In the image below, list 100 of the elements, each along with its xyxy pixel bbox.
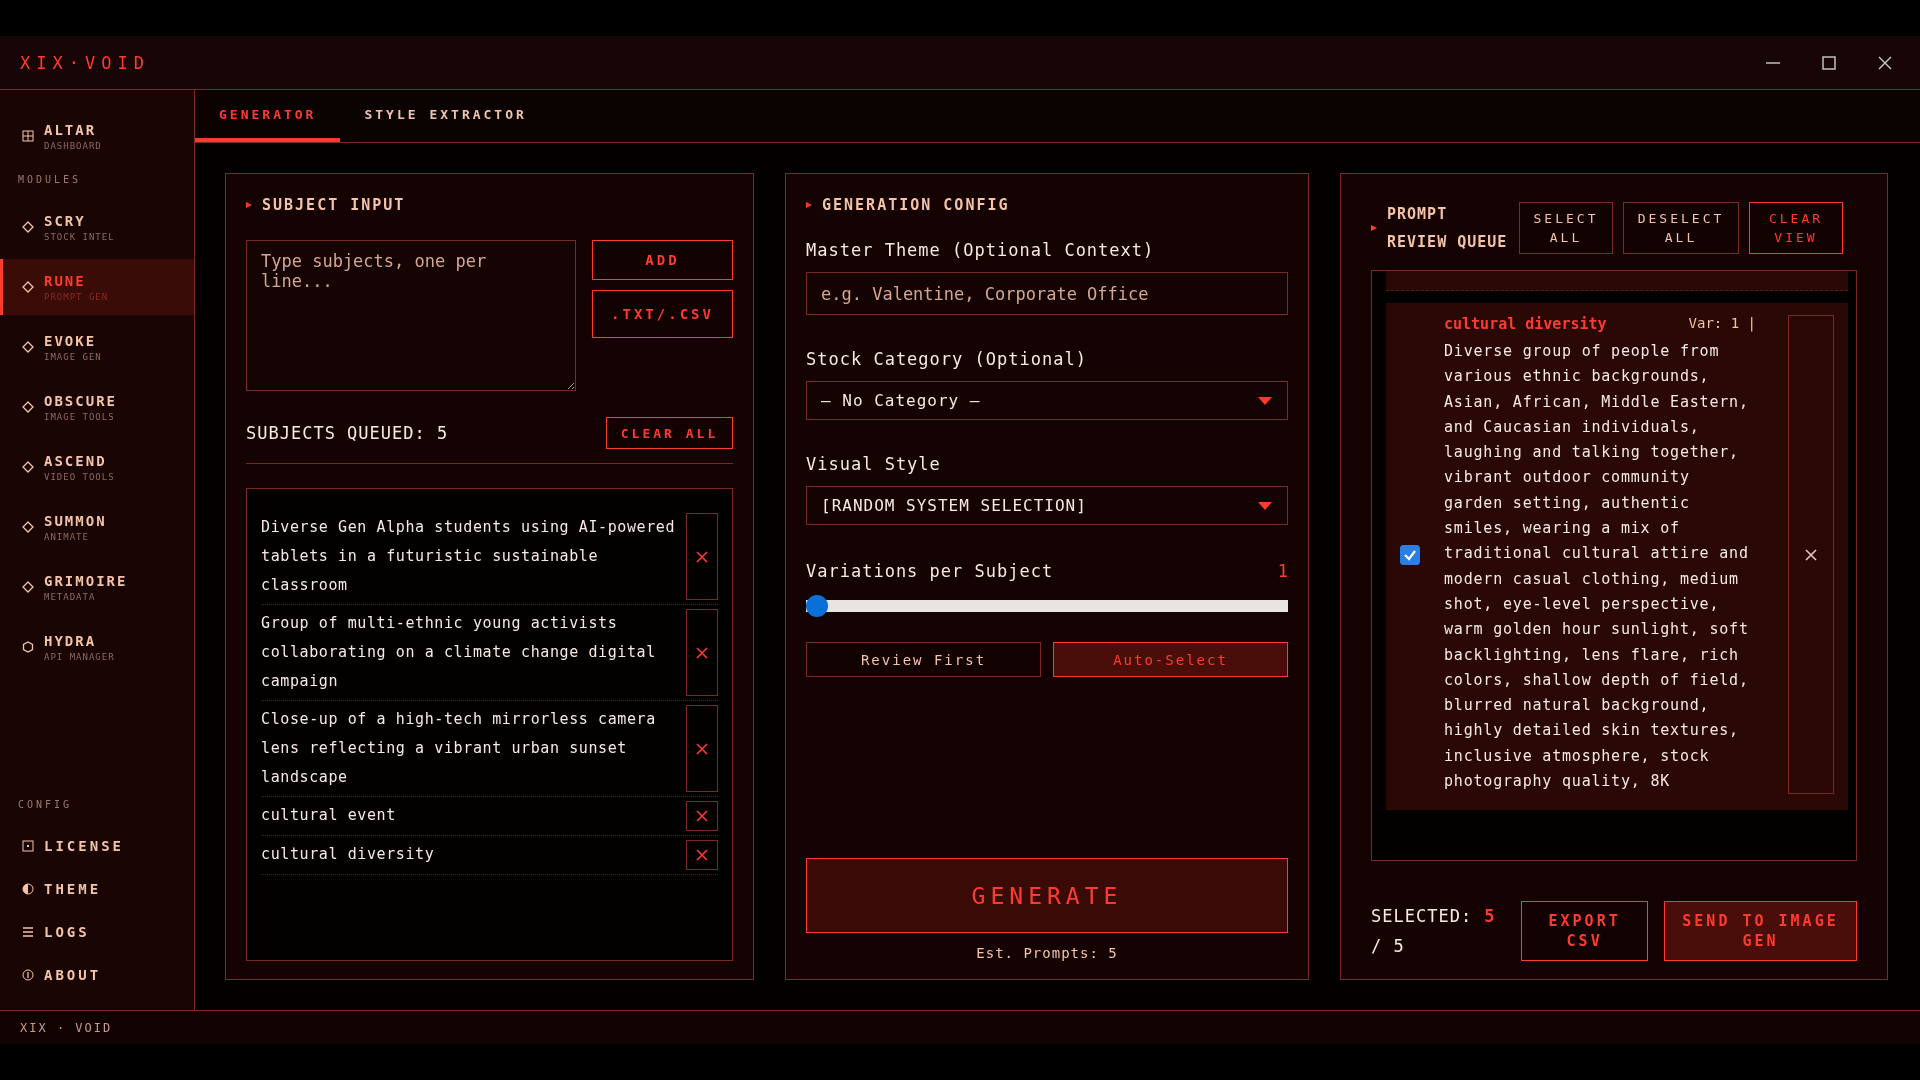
file-import-button[interactable]: .TXT/.CSV — [592, 290, 733, 338]
sidebar-label: ABOUT — [44, 966, 102, 983]
slider-value: 1 — [1277, 561, 1288, 581]
field-label: Master Theme (Optional Context) — [806, 240, 1156, 260]
status-text: XIX · VOID — [20, 1020, 113, 1035]
subject-text: Close-up of a high-tech mirrorless camera lens reflecting a vibrant urban sunset landscape — [261, 709, 657, 788]
sidebar-item[interactable]: EVOKE IMAGE GEN — [0, 319, 194, 375]
sidebar-sublabel: STOCK INTEL — [44, 231, 115, 242]
diamond-icon — [22, 401, 34, 413]
theme-input-field[interactable]: e.g. Valentine, Corporate Office — [806, 272, 1288, 315]
subject-text: cultural event — [261, 805, 396, 826]
sidebar-sublabel: PROMPT GEN — [44, 291, 109, 302]
panel-title: GENERATION CONFIG — [822, 196, 1010, 214]
diamond-icon — [22, 581, 34, 593]
sidebar-label: RUNE — [44, 272, 87, 289]
queue-action-button[interactable]: DESELECT ALL — [1623, 202, 1739, 254]
close-icon — [695, 549, 709, 564]
variation-label: Var: 1 | — [1688, 315, 1756, 333]
sidebar-label: SUMMON — [44, 512, 107, 529]
sidebar-item[interactable]: GRIMOIRE METADATA — [0, 559, 194, 615]
close-icon — [695, 741, 709, 756]
maximize-icon[interactable] — [1820, 53, 1838, 72]
sidebar-item[interactable]: ABOUT — [0, 953, 194, 996]
sidebar-item[interactable]: ASCEND VIDEO TOOLS — [0, 439, 194, 495]
sidebar-sublabel: IMAGE GEN — [44, 351, 102, 362]
tab[interactable]: STYLE EXTRACTOR — [340, 90, 551, 142]
mode-toggle[interactable]: Auto-Select — [1053, 642, 1288, 677]
subjects-input-field[interactable]: Type subjects, one per line... — [246, 240, 576, 391]
diamond-icon — [22, 461, 34, 473]
subject-text: cultural diversity — [261, 844, 435, 865]
remove-button[interactable] — [686, 840, 718, 870]
sidebar-label: HYDRA — [44, 632, 98, 649]
license-icon — [22, 839, 34, 852]
sidebar-item[interactable]: HYDRA API MANAGER — [0, 619, 194, 675]
caret-icon — [1257, 395, 1273, 406]
list-icon — [22, 925, 34, 938]
section-heading: MODULES — [17, 173, 83, 187]
sidebar-item[interactable]: OBSCURE IMAGE TOOLS — [0, 379, 194, 435]
sidebar-label: ALTAR — [44, 121, 98, 138]
hexagon-icon — [22, 641, 34, 653]
sidebar-sublabel: IMAGE TOOLS — [44, 411, 116, 422]
export-button[interactable]: EXPORT CSV — [1521, 901, 1649, 961]
sidebar-item[interactable]: SCRY STOCK INTEL — [0, 199, 194, 255]
field-label: Visual Style — [806, 454, 942, 474]
sidebar-label: OBSCURE — [44, 392, 117, 409]
sidebar-sublabel: ANIMATE — [44, 531, 90, 542]
send-button[interactable]: SEND TO IMAGE GEN — [1664, 901, 1857, 961]
bullet-icon — [806, 202, 812, 208]
field-label: Stock Category (Optional) — [806, 349, 1088, 369]
generate-button[interactable]: GENERATE — [806, 858, 1288, 933]
sidebar-sublabel: DASHBOARD — [44, 140, 102, 151]
diamond-icon — [22, 521, 34, 533]
sidebar-sublabel: VIDEO TOOLS — [44, 471, 115, 482]
grid-icon — [22, 130, 34, 142]
diamond-icon — [22, 341, 34, 353]
close-icon — [1804, 547, 1818, 562]
total-count: / 5 — [1371, 936, 1405, 956]
section-heading: CONFIG — [17, 798, 74, 812]
sidebar-label: THEME — [44, 880, 102, 897]
selected-label: SELECTED: — [1371, 906, 1473, 926]
sidebar-label: EVOKE — [44, 332, 98, 349]
sidebar-label: LICENSE — [44, 837, 124, 854]
subject-text: Group of multi-ethnic young activists collaborating on a climate change digital campaign — [261, 613, 657, 692]
sidebar-sublabel: METADATA — [44, 591, 97, 602]
mode-toggle[interactable]: Review First — [806, 642, 1041, 677]
sidebar-item[interactable]: SUMMON ANIMATE — [0, 499, 194, 555]
selected-count: 5 — [1484, 906, 1495, 926]
remove-button[interactable] — [686, 801, 718, 831]
sidebar-item[interactable]: RUNE PROMPT GEN — [0, 259, 194, 315]
clear-all-button[interactable]: CLEAR ALL — [606, 417, 733, 449]
panel-title: PROMPT REVIEW QUEUE — [1387, 204, 1509, 253]
sidebar-sublabel: API MANAGER — [44, 651, 115, 662]
checkbox[interactable] — [1400, 544, 1420, 565]
queue-action-button[interactable]: CLEAR VIEW — [1749, 202, 1843, 254]
bullet-icon — [1371, 225, 1377, 231]
category-dropdown[interactable]: – No Category – — [806, 381, 1288, 420]
dropdown-value: – No Category – — [821, 391, 981, 410]
close-icon — [695, 809, 709, 823]
info-icon — [22, 968, 34, 981]
sidebar-item[interactable]: THEME — [0, 867, 194, 910]
diamond-icon — [22, 281, 34, 293]
close-icon — [695, 848, 709, 862]
close-icon — [695, 645, 709, 660]
caret-icon — [1257, 500, 1273, 511]
card-subject: cultural diversity — [1444, 315, 1607, 333]
sidebar-label: ASCEND — [44, 452, 108, 469]
tab[interactable]: GENERATOR — [195, 90, 341, 142]
estimate-text: Est. Prompts: 5 — [975, 945, 1119, 961]
queue-action-button[interactable]: SELECT ALL — [1519, 202, 1613, 254]
sidebar-item[interactable]: LOGS — [0, 910, 194, 953]
slider-thumb[interactable] — [806, 595, 828, 617]
style-dropdown[interactable]: [RANDOM SYSTEM SELECTION] — [806, 486, 1288, 525]
sidebar-label: LOGS — [44, 923, 90, 940]
panel-title: SUBJECT INPUT — [262, 196, 406, 214]
bullet-icon — [246, 202, 252, 208]
sidebar-item[interactable]: LICENSE — [0, 824, 194, 867]
add-button[interactable]: ADD — [592, 240, 733, 280]
sidebar-item[interactable]: ALTAR DASHBOARD — [0, 108, 194, 164]
app-title: XIX·VOID — [20, 52, 150, 73]
prompt-text: Diverse group of people from various ethnic backgrounds, Asian, African, Middle Eastern, and Caucasian individuals, laughing and talking together, vibrant outdoor community garden setting, authentic smiles, wearing a mix of traditional cultural attire and modern casual clothing, medium shot, eye-level perspective, warm golden hour sunlight, soft backlighting, lens flare, rich colors, shallow depth of field, blurred natural background, highly detailed skin textures, inclusive atmosphere, stock photography quality, 8K — [1444, 341, 1750, 793]
